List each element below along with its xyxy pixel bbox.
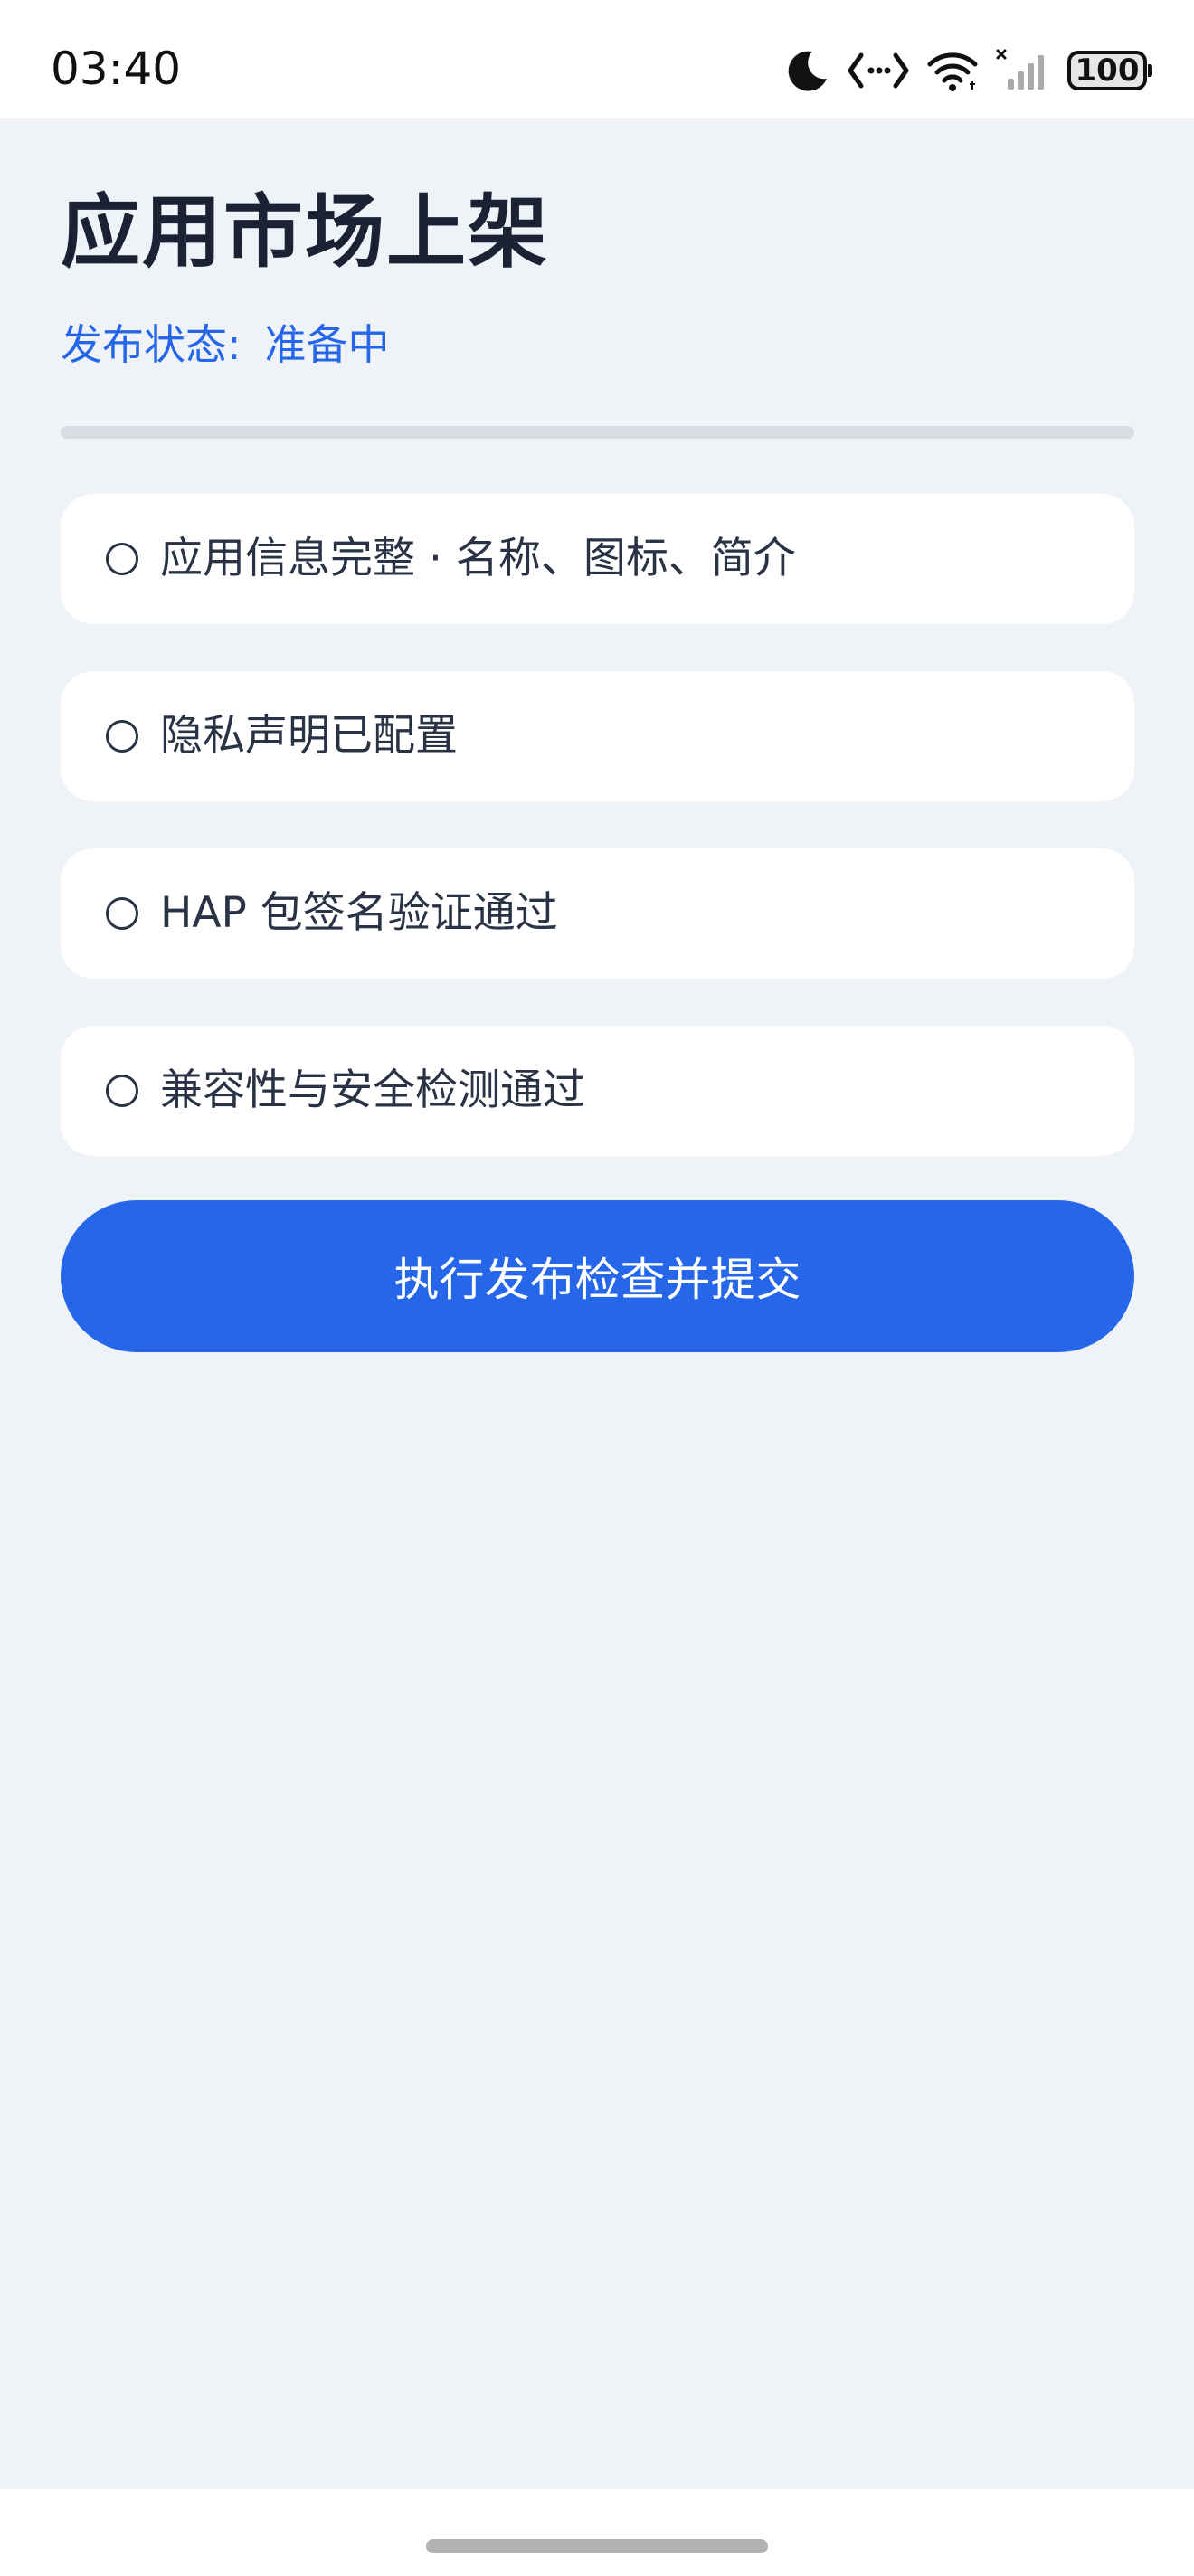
checklist-item-label: HAP 包签名验证通过 <box>160 888 558 938</box>
submit-button[interactable]: 执行发布检查并提交 <box>61 1200 1134 1352</box>
battery-icon: 100 <box>1067 51 1152 90</box>
status-time: 03:40 <box>51 43 182 95</box>
wifi-icon <box>926 48 979 93</box>
radio-unchecked-icon[interactable] <box>106 1075 138 1107</box>
publish-status: 发布状态: 准备中 <box>61 316 390 374</box>
moon-icon <box>785 48 830 93</box>
checklist-item-privacy[interactable]: 隐私声明已配置 <box>61 671 1134 801</box>
publish-status-label: 发布状态: <box>61 320 242 369</box>
home-indicator[interactable] <box>426 2539 768 2553</box>
page-title: 应用市场上架 <box>61 185 550 279</box>
checklist-item-label: 隐私声明已配置 <box>160 711 458 761</box>
code-icon <box>847 48 910 93</box>
main-content: 应用市场上架 发布状态: 准备中 应用信息完整 · 名称、图标、简介 隐私声明已… <box>0 118 1194 2489</box>
status-icons: 100 <box>785 43 1152 98</box>
signal-icon <box>995 48 1051 93</box>
checklist-item-label: 兼容性与安全检测通过 <box>160 1065 585 1115</box>
status-bar: 03:40 100 <box>0 0 1194 118</box>
radio-unchecked-icon[interactable] <box>106 897 138 930</box>
checklist-item-label: 应用信息完整 · 名称、图标、简介 <box>160 534 796 583</box>
checklist: 应用信息完整 · 名称、图标、简介 隐私声明已配置 HAP 包签名验证通过 兼容… <box>61 494 1134 1203</box>
progress-bar <box>61 426 1134 439</box>
checklist-item-app-info[interactable]: 应用信息完整 · 名称、图标、简介 <box>61 494 1134 624</box>
checklist-item-hap-signature[interactable]: HAP 包签名验证通过 <box>61 848 1134 979</box>
radio-unchecked-icon[interactable] <box>106 720 138 753</box>
radio-unchecked-icon[interactable] <box>106 543 138 575</box>
navigation-bar <box>0 2489 1194 2576</box>
checklist-item-compatibility[interactable]: 兼容性与安全检测通过 <box>61 1026 1134 1156</box>
publish-status-value: 准备中 <box>264 320 390 369</box>
